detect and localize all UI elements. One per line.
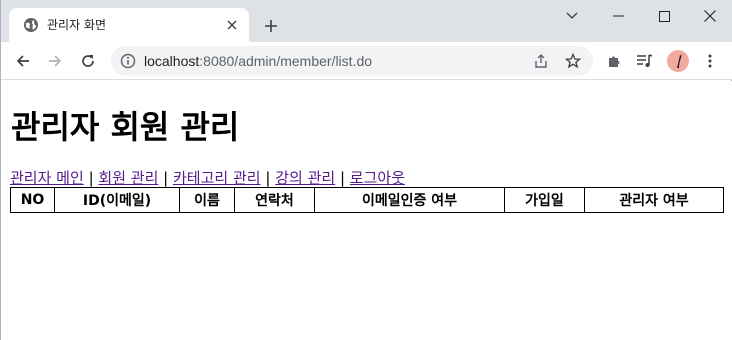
browser-window: 관리자 화면 localhost:8080/admin/member/list.… [0,0,732,340]
forward-button[interactable] [43,49,67,73]
minimize-button[interactable] [595,0,641,32]
reading-list-icon[interactable] [633,49,657,73]
nav-separator: | [339,169,346,187]
admin-nav: 관리자 메인 | 회원 관리 | 카테고리 관리 | 강의 관리 | 로그아웃 [10,167,405,188]
column-header-join-date: 가입일 [504,187,585,213]
globe-icon [23,17,39,33]
site-info-icon[interactable] [120,53,136,69]
profile-avatar[interactable] [667,50,689,72]
url-text[interactable]: localhost:8080/admin/member/list.do [144,53,372,69]
back-button[interactable] [11,49,35,73]
extensions-puzzle-icon[interactable] [602,49,626,73]
address-bar[interactable]: localhost:8080/admin/member/list.do [111,46,593,76]
url-path: :8080/admin/member/list.do [199,53,373,69]
column-header-id: ID(이메일) [54,187,180,213]
table-header-row: NO ID(이메일) 이름 연락처 이메일인증 여부 가입일 관리자 여부 [10,187,724,213]
page-title: 관리자 회원 관리 [11,108,240,146]
tab-title: 관리자 화면 [47,18,107,32]
nav-separator: | [88,169,94,187]
browser-tab[interactable]: 관리자 화면 [9,8,249,42]
nav-category-manage-link[interactable]: 카테고리 관리 [173,169,261,187]
member-table: NO ID(이메일) 이름 연락처 이메일인증 여부 가입일 관리자 여부 [10,187,724,213]
nav-separator: | [163,169,169,187]
bookmark-star-icon[interactable] [563,51,583,71]
nav-logout-link[interactable]: 로그아웃 [350,169,405,187]
browser-menu-icon[interactable] [698,49,722,73]
nav-separator: | [265,169,271,187]
column-header-no: NO [10,187,55,213]
nav-admin-main-link[interactable]: 관리자 메인 [10,169,84,187]
url-host: localhost [144,53,200,69]
column-header-phone: 연락처 [234,187,315,213]
share-icon[interactable] [531,51,551,71]
close-window-button[interactable] [687,0,732,32]
maximize-button[interactable] [641,0,687,32]
column-header-admin: 관리자 여부 [584,187,724,213]
page-content: 관리자 회원 관리 관리자 메인 | 회원 관리 | 카테고리 관리 | 강의 … [1,81,732,340]
nav-course-manage-link[interactable]: 강의 관리 [275,169,335,187]
title-bar: 관리자 화면 [1,0,732,42]
browser-toolbar: localhost:8080/admin/member/list.do [1,42,732,80]
column-header-email-verified: 이메일인증 여부 [314,187,505,213]
tab-search-button[interactable] [549,0,595,32]
column-header-name: 이름 [179,187,235,213]
nav-member-manage-link[interactable]: 회원 관리 [98,169,158,187]
tab-close-icon[interactable] [223,16,241,34]
new-tab-button[interactable] [259,14,283,38]
reload-button[interactable] [76,49,100,73]
